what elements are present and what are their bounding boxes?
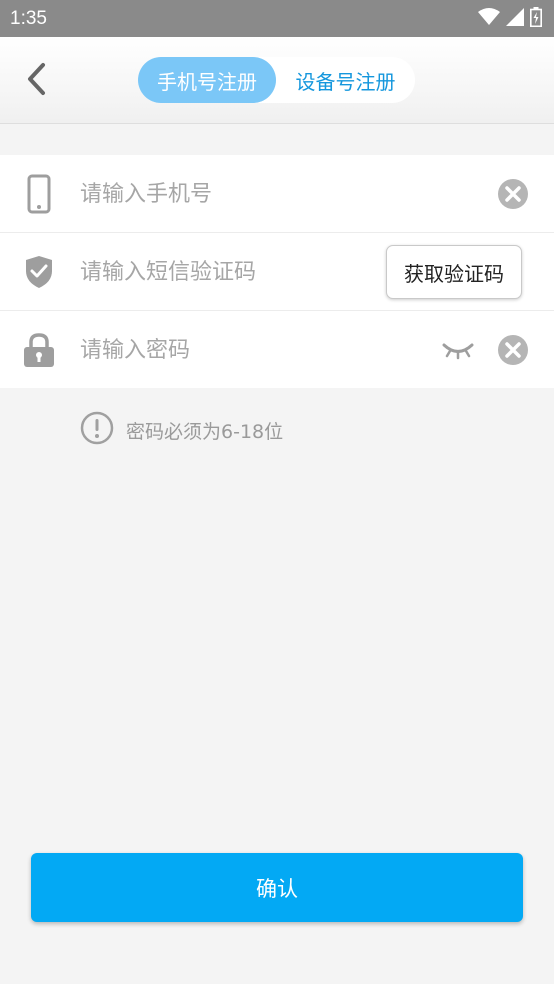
password-hint: 密码必须为6-18位 <box>80 411 284 449</box>
register-type-switch: 手机号注册 设备号注册 <box>138 57 415 103</box>
register-form: 获取验证码 <box>0 155 554 388</box>
password-hint-text: 密码必须为6-18位 <box>126 420 284 443</box>
eye-closed-icon[interactable] <box>440 335 476 365</box>
get-code-button[interactable]: 获取验证码 <box>386 245 522 299</box>
chevron-left-icon <box>25 62 47 100</box>
lock-icon <box>22 330 56 370</box>
tab-device-register[interactable]: 设备号注册 <box>276 57 415 103</box>
password-clear-button[interactable] <box>497 334 529 366</box>
header: 手机号注册 设备号注册 <box>0 37 554 124</box>
phone-icon <box>22 174 56 214</box>
password-input[interactable] <box>80 330 374 370</box>
wifi-icon <box>478 7 500 30</box>
phone-clear-button[interactable] <box>497 178 529 210</box>
phone-row <box>0 155 554 233</box>
back-button[interactable] <box>18 61 54 101</box>
status-icons <box>478 6 542 31</box>
tab-phone-register[interactable]: 手机号注册 <box>138 57 276 103</box>
sms-row: 获取验证码 <box>0 233 554 311</box>
status-bar: 1:35 <box>0 0 554 37</box>
status-time: 1:35 <box>10 7 47 29</box>
battery-icon <box>530 6 542 31</box>
confirm-button[interactable]: 确认 <box>31 853 523 922</box>
phone-input[interactable] <box>80 174 374 214</box>
exclamation-circle-icon <box>80 411 114 449</box>
sms-code-input[interactable] <box>80 252 374 292</box>
password-row <box>0 311 554 388</box>
shield-check-icon <box>22 252 56 292</box>
signal-icon <box>506 7 524 30</box>
